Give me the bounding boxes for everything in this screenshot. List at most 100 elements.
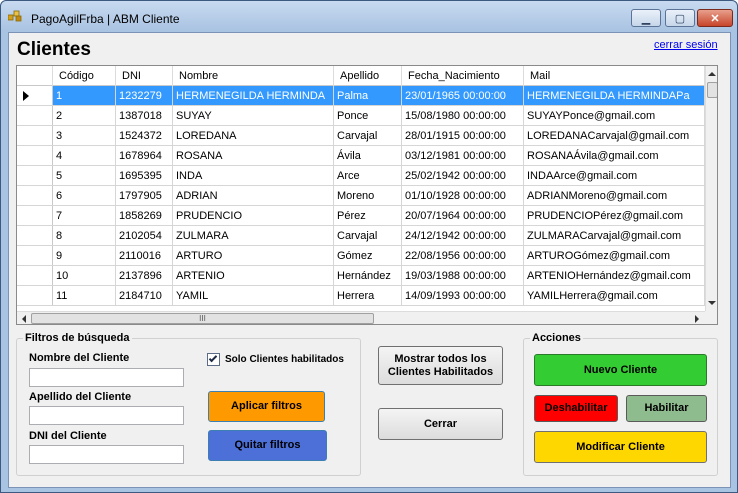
cell-apellido[interactable]: Gómez: [334, 246, 402, 265]
cell-nombre[interactable]: SUYAY: [173, 106, 334, 125]
logout-link[interactable]: cerrar sesión: [654, 39, 718, 51]
cell-dni[interactable]: 1232279: [116, 86, 173, 105]
cell-mail[interactable]: LOREDANACarvajal@gmail.com: [524, 126, 705, 145]
cell-fecha-nacimiento[interactable]: 20/07/1964 00:00:00: [402, 206, 524, 225]
cell-fecha-nacimiento[interactable]: 01/10/1928 00:00:00: [402, 186, 524, 205]
cell-nombre[interactable]: ARTURO: [173, 246, 334, 265]
cell-apellido[interactable]: Pérez: [334, 206, 402, 225]
disable-client-button[interactable]: Deshabilitar: [534, 395, 618, 422]
cell-codigo[interactable]: 1: [53, 86, 116, 105]
cell-nombre[interactable]: ZULMARA: [173, 226, 334, 245]
cell-mail[interactable]: YAMILHerrera@gmail.com: [524, 286, 705, 305]
horizontal-scrollbar[interactable]: III: [17, 311, 705, 324]
row-header[interactable]: [17, 226, 53, 245]
cell-codigo[interactable]: 8: [53, 226, 116, 245]
cell-apellido[interactable]: Ávila: [334, 146, 402, 165]
cell-codigo[interactable]: 5: [53, 166, 116, 185]
cell-dni[interactable]: 2110016: [116, 246, 173, 265]
name-field[interactable]: [29, 368, 184, 387]
only-enabled-checkbox[interactable]: [207, 353, 220, 366]
cell-dni[interactable]: 2184710: [116, 286, 173, 305]
row-header[interactable]: [17, 206, 53, 225]
enable-client-button[interactable]: Habilitar: [626, 395, 707, 422]
table-row[interactable]: 4 1678964 ROSANA Ávila 03/12/1981 00:00:00 RO…: [17, 146, 705, 166]
close-window-button[interactable]: ✕: [697, 9, 733, 27]
cell-codigo[interactable]: 4: [53, 146, 116, 165]
cell-mail[interactable]: INDAArce@gmail.com: [524, 166, 705, 185]
cell-mail[interactable]: ARTUROGómez@gmail.com: [524, 246, 705, 265]
table-row[interactable]: 8 2102054 ZULMARA Carvajal 24/12/1942 00:00:…: [17, 226, 705, 246]
cell-apellido[interactable]: Herrera: [334, 286, 402, 305]
cell-fecha-nacimiento[interactable]: 14/09/1993 00:00:00: [402, 286, 524, 305]
cell-codigo[interactable]: 11: [53, 286, 116, 305]
cell-apellido[interactable]: Carvajal: [334, 126, 402, 145]
table-row[interactable]: 7 1858269 PRUDENCIO Pérez 20/07/1964 00:00:0…: [17, 206, 705, 226]
table-row[interactable]: 5 1695395 INDA Arce 25/02/1942 00:00:00 INDAA…: [17, 166, 705, 186]
table-row[interactable]: 11 2184710 YAMIL Herrera 14/09/1993 00:00:00…: [17, 286, 705, 306]
cell-fecha-nacimiento[interactable]: 23/01/1965 00:00:00: [402, 86, 524, 105]
only-enabled-label[interactable]: Solo Clientes habilitados: [225, 354, 344, 365]
row-header[interactable]: [17, 146, 53, 165]
row-header[interactable]: [17, 166, 53, 185]
maximize-button[interactable]: ▢: [665, 9, 695, 27]
column-header-dni[interactable]: DNI: [116, 66, 173, 86]
cell-codigo[interactable]: 6: [53, 186, 116, 205]
row-header[interactable]: [17, 186, 53, 205]
scroll-right-icon[interactable]: [695, 315, 699, 323]
cell-dni[interactable]: 1678964: [116, 146, 173, 165]
minimize-button[interactable]: ▁: [631, 9, 661, 27]
cell-fecha-nacimiento[interactable]: 03/12/1981 00:00:00: [402, 146, 524, 165]
table-row[interactable]: 6 1797905 ADRIAN Moreno 01/10/1928 00:00:00 A…: [17, 186, 705, 206]
vertical-scrollbar[interactable]: [705, 66, 717, 311]
scroll-down-icon[interactable]: [708, 301, 716, 305]
cell-nombre[interactable]: ROSANA: [173, 146, 334, 165]
cell-dni[interactable]: 1695395: [116, 166, 173, 185]
cell-nombre[interactable]: LOREDANA: [173, 126, 334, 145]
show-all-enabled-button[interactable]: Mostrar todos los Clientes Habilitados: [378, 346, 503, 385]
new-client-button[interactable]: Nuevo Cliente: [534, 354, 707, 386]
cell-mail[interactable]: ADRIANMoreno@gmail.com: [524, 186, 705, 205]
cell-apellido[interactable]: Arce: [334, 166, 402, 185]
cell-fecha-nacimiento[interactable]: 24/12/1942 00:00:00: [402, 226, 524, 245]
modify-client-button[interactable]: Modificar Cliente: [534, 431, 707, 463]
lastname-field[interactable]: [29, 406, 184, 425]
cell-nombre[interactable]: ARTENIO: [173, 266, 334, 285]
title-bar[interactable]: PagoAgilFrba | ABM Cliente ▁ ▢ ✕: [1, 1, 737, 31]
cell-codigo[interactable]: 7: [53, 206, 116, 225]
cell-fecha-nacimiento[interactable]: 25/02/1942 00:00:00: [402, 166, 524, 185]
row-header[interactable]: [17, 246, 53, 265]
column-header-codigo[interactable]: Código: [53, 66, 116, 86]
table-row[interactable]: 2 1387018 SUYAY Ponce 15/08/1980 00:00:00 SUY…: [17, 106, 705, 126]
cell-nombre[interactable]: HERMENEGILDA HERMINDA: [173, 86, 334, 105]
cell-mail[interactable]: HERMENEGILDA HERMINDAPa: [524, 86, 705, 105]
cell-fecha-nacimiento[interactable]: 15/08/1980 00:00:00: [402, 106, 524, 125]
cell-codigo[interactable]: 10: [53, 266, 116, 285]
cell-nombre[interactable]: INDA: [173, 166, 334, 185]
clear-filters-button[interactable]: Quitar filtros: [208, 430, 327, 461]
table-row[interactable]: 3 1524372 LOREDANA Carvajal 28/01/1915 00:00…: [17, 126, 705, 146]
cell-dni[interactable]: 1797905: [116, 186, 173, 205]
cell-mail[interactable]: ROSANAÁvila@gmail.com: [524, 146, 705, 165]
cell-fecha-nacimiento[interactable]: 19/03/1988 00:00:00: [402, 266, 524, 285]
horizontal-scroll-thumb[interactable]: III: [31, 313, 374, 324]
column-header-mail[interactable]: Mail: [524, 66, 705, 86]
close-button[interactable]: Cerrar: [378, 408, 503, 440]
cell-mail[interactable]: ARTENIOHernández@gmail.com: [524, 266, 705, 285]
row-header[interactable]: [17, 286, 53, 305]
cell-dni[interactable]: 1387018: [116, 106, 173, 125]
cell-nombre[interactable]: YAMIL: [173, 286, 334, 305]
cell-mail[interactable]: PRUDENCIOPérez@gmail.com: [524, 206, 705, 225]
table-row[interactable]: 9 2110016 ARTURO Gómez 22/08/1956 00:00:00 AR…: [17, 246, 705, 266]
apply-filters-button[interactable]: Aplicar filtros: [208, 391, 325, 422]
row-header[interactable]: [17, 86, 53, 105]
column-header-fecha-nacimiento[interactable]: Fecha_Nacimiento: [402, 66, 524, 86]
dni-field[interactable]: [29, 445, 184, 464]
cell-mail[interactable]: SUYAYPonce@gmail.com: [524, 106, 705, 125]
cell-codigo[interactable]: 2: [53, 106, 116, 125]
cell-apellido[interactable]: Hernández: [334, 266, 402, 285]
table-row[interactable]: 1 1232279 HERMENEGILDA HERMINDA Palma 23/01/…: [17, 86, 705, 106]
cell-codigo[interactable]: 9: [53, 246, 116, 265]
cell-dni[interactable]: 1858269: [116, 206, 173, 225]
scroll-up-icon[interactable]: [708, 72, 716, 76]
clients-grid[interactable]: Código DNI Nombre Apellido Fecha_Nacimie…: [16, 65, 718, 325]
